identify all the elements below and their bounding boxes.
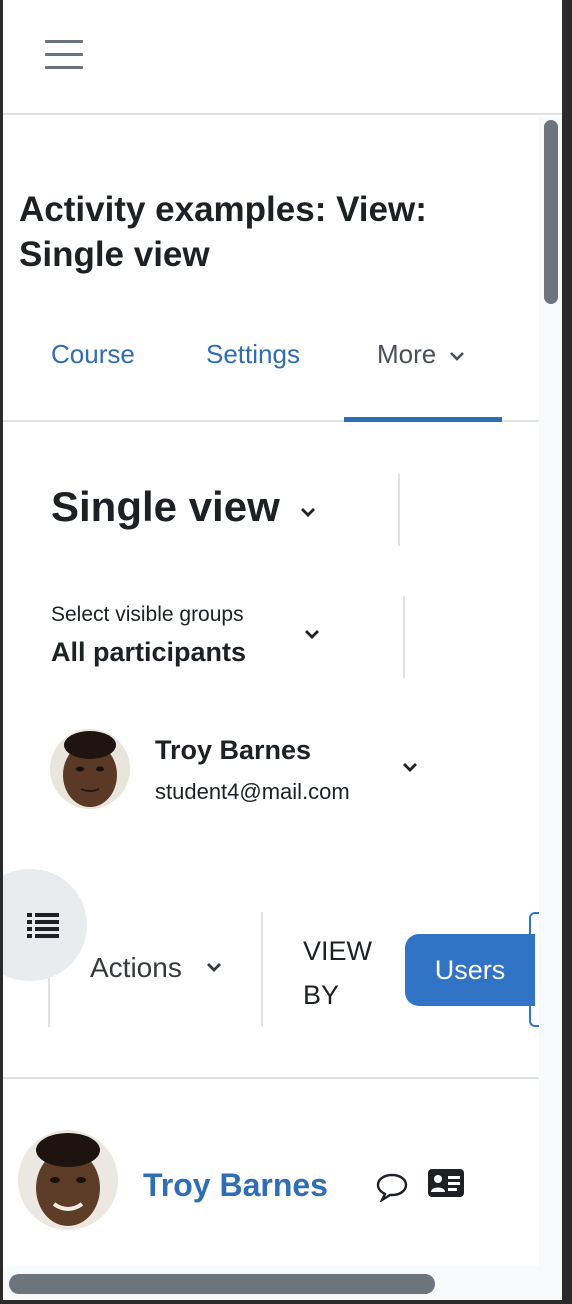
list-icon: [27, 913, 59, 938]
page-title: Activity examples: View: Single view: [19, 190, 427, 274]
hamburger-menu-icon[interactable]: [45, 36, 85, 72]
group-selector-label: Select visible groups: [51, 603, 244, 626]
vertical-scrollbar[interactable]: [544, 120, 558, 304]
chevron-down-icon[interactable]: [205, 960, 223, 974]
message-icon[interactable]: [375, 1172, 409, 1202]
view-by-label-line2: BY: [303, 980, 340, 1010]
active-tab-indicator: [344, 417, 502, 422]
divider: [261, 912, 263, 1027]
tab-more-label: More: [377, 339, 437, 369]
divider: [398, 474, 400, 546]
page-viewport: Activity examples: View: Single view Cou…: [3, 0, 562, 1300]
actions-menu-button[interactable]: Actions: [90, 952, 182, 984]
chevron-down-icon[interactable]: [303, 627, 321, 641]
report-selector[interactable]: Single view: [51, 483, 280, 531]
avatar: [18, 1130, 118, 1230]
avatar: [50, 729, 130, 809]
chevron-down-icon[interactable]: [299, 505, 317, 519]
group-selector-value[interactable]: All participants: [51, 637, 246, 668]
divider: [3, 1077, 539, 1079]
view-by-label-line1: VIEW: [303, 936, 373, 966]
user-row-name-link[interactable]: Troy Barnes: [143, 1167, 328, 1204]
main-content: Activity examples: View: Single view Cou…: [3, 117, 541, 1300]
contact-card-icon[interactable]: [427, 1168, 465, 1198]
selected-user-email: student4@mail.com: [155, 779, 350, 804]
chevron-down-icon: [450, 352, 465, 361]
secondary-nav-tabs: Course Settings More: [3, 317, 539, 422]
tab-course[interactable]: Course: [51, 339, 135, 370]
tab-more[interactable]: More: [377, 339, 465, 370]
view-by-label: VIEW BY: [303, 929, 372, 1017]
top-navbar: [3, 0, 562, 115]
chevron-down-icon[interactable]: [401, 760, 419, 774]
horizontal-scrollbar[interactable]: [9, 1274, 435, 1294]
tab-settings[interactable]: Settings: [206, 339, 300, 370]
divider: [403, 596, 405, 678]
selected-user-name[interactable]: Troy Barnes: [155, 735, 311, 766]
view-by-users-button[interactable]: Users: [405, 934, 535, 1006]
